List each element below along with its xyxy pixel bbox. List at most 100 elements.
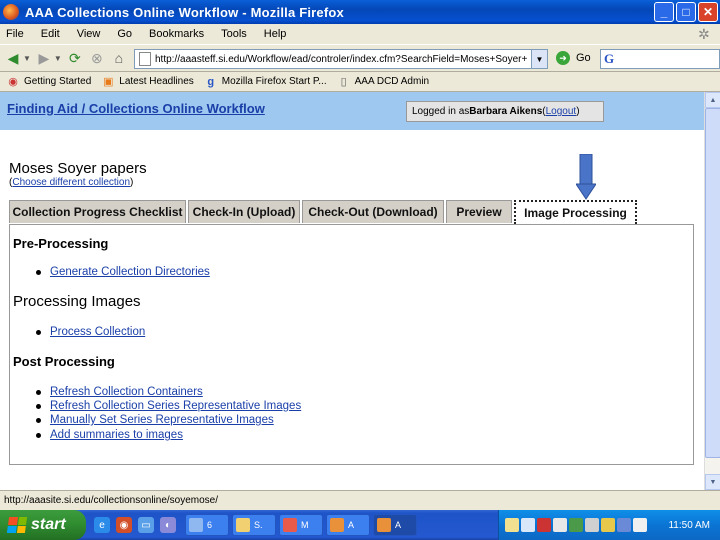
menu-go[interactable]: Go [117,28,132,40]
address-bar[interactable]: http://aaasteff.si.edu/Workflow/ead/cont… [134,49,548,69]
firefox-icon [377,518,391,532]
workflow-tabs: Collection Progress Checklist Check-In (… [9,200,639,224]
scroll-down-icon[interactable]: ▼ [705,474,720,490]
window-title: AAA Collections Online Workflow - Mozill… [25,4,344,20]
menu-bookmarks[interactable]: Bookmarks [149,28,204,40]
stop-icon[interactable]: ⊗ [88,49,106,67]
shield-icon[interactable] [569,518,583,532]
back-dropdown-icon[interactable]: ▼ [23,54,31,63]
throbber-icon: ✲ [698,26,710,42]
menu-help[interactable]: Help [264,28,287,40]
logout-link[interactable]: Logout [546,106,577,117]
task-button[interactable]: 6 [185,514,229,536]
down-arrow-annotation [576,154,596,200]
desktop-icon[interactable]: ▭ [138,517,154,533]
minimize-button[interactable]: _ [654,2,674,22]
login-user: Barbara Aikens [469,106,543,117]
process-collection-link[interactable]: Process Collection [50,326,145,338]
image-processing-panel: Pre-Processing Generate Collection Direc… [9,224,694,465]
start-label: start [31,516,66,533]
bookmark-getting-started[interactable]: ◉ Getting Started [6,75,91,89]
scroll-thumb[interactable] [705,108,720,458]
choose-collection-link[interactable]: Choose different collection [12,177,130,188]
search-box[interactable]: G [600,49,720,69]
windows-icon [189,518,203,532]
reload-icon[interactable]: ⟳ [66,49,84,67]
firefox-icon [330,518,344,532]
navigation-toolbar: ◀ ▼ ▶ ▼ ⟳ ⊗ ⌂ http://aaasteff.si.edu/Wor… [0,44,720,72]
task-button[interactable]: M [279,514,323,536]
scroll-up-icon[interactable]: ▲ [705,92,720,108]
url-dropdown-icon[interactable]: ▼ [531,50,547,68]
maximize-button[interactable]: □ [676,2,696,22]
firefox-icon[interactable]: ◉ [116,517,132,533]
page-icon: ▯ [340,76,347,88]
bookmarks-toolbar: ◉ Getting Started ▣ Latest Headlines g M… [0,72,720,92]
list-item: Generate Collection Directories [36,266,210,278]
volume-icon[interactable] [633,518,647,532]
media-icon[interactable]: ◐ [160,517,176,533]
google-icon: g [207,75,215,88]
forward-icon[interactable]: ▶ [35,49,53,67]
tab-collection-progress-checklist[interactable]: Collection Progress Checklist [9,200,186,223]
bookmark-aaa-dcd-admin[interactable]: ▯ AAA DCD Admin [337,75,430,89]
tab-preview[interactable]: Preview [446,200,512,223]
app-header: Finding Aid / Collections Online Workflo… [0,92,704,130]
bullet [36,269,41,275]
list-item: Refresh Collection Containers [36,386,203,398]
task-button[interactable]: A [326,514,370,536]
url-text[interactable]: http://aaasteff.si.edu/Workflow/ead/cont… [155,54,535,65]
menu-file[interactable]: File [6,28,24,40]
bookmark-latest-headlines[interactable]: ▣ Latest Headlines [101,75,194,89]
menu-view[interactable]: View [77,28,101,40]
list-item: Refresh Collection Series Representative… [36,400,301,412]
system-tray: 11:50 AM [498,510,720,540]
refresh-collection-containers-link[interactable]: Refresh Collection Containers [50,386,203,398]
generate-collection-directories-link[interactable]: Generate Collection Directories [50,266,210,278]
window-controls: _ □ ✕ [654,2,718,22]
app-title-link[interactable]: Finding Aid / Collections Online Workflo… [7,101,265,116]
tab-check-out-download[interactable]: Check-Out (Download) [302,200,444,223]
refresh-series-images-link[interactable]: Refresh Collection Series Representative… [50,400,301,412]
task-button[interactable]: S. [232,514,276,536]
vertical-scrollbar[interactable]: ▲ ▼ [704,92,720,490]
checkbox-icon[interactable] [521,518,535,532]
change-collection: (Choose different collection) [9,177,134,188]
printer-icon[interactable] [617,518,631,532]
add-summaries-link[interactable]: Add summaries to images [50,429,183,441]
network-icon[interactable] [585,518,599,532]
close-button[interactable]: ✕ [698,2,718,22]
go-label: Go [576,52,591,64]
windows-logo-icon [6,517,28,533]
bullet [36,432,41,438]
task-button-active[interactable]: A [373,514,417,536]
go-arrow-icon: ➜ [556,51,570,65]
list-item: Manually Set Series Representative Image… [36,414,274,426]
login-prefix: Logged in as [412,106,470,117]
start-button[interactable]: start [0,510,86,540]
post-processing-heading: Post Processing [13,354,115,369]
bookmark-firefox-start[interactable]: g Mozilla Firefox Start P... [204,75,326,89]
pre-processing-heading: Pre-Processing [13,236,109,251]
bullet [36,403,41,409]
menu-bar: File Edit View Go Bookmarks Tools Help ✲ [0,24,720,44]
status-bar: http://aaasite.si.edu/collectionsonline/… [0,490,720,510]
envelope-icon[interactable] [505,518,519,532]
go-button[interactable]: ➜ Go [556,51,591,65]
tab-image-processing[interactable]: Image Processing [514,200,637,224]
processing-images-heading: Processing Images [13,293,141,310]
flag-icon[interactable] [537,518,551,532]
manually-set-series-images-link[interactable]: Manually Set Series Representative Image… [50,414,274,426]
rss-icon: ▣ [103,76,114,88]
tray-icon[interactable] [553,518,567,532]
window-title-bar[interactable]: AAA Collections Online Workflow - Mozill… [0,0,720,24]
smiley-icon[interactable] [601,518,615,532]
menu-edit[interactable]: Edit [41,28,60,40]
home-icon[interactable]: ⌂ [110,49,128,67]
menu-tools[interactable]: Tools [221,28,247,40]
google-icon[interactable]: G [604,51,614,67]
tab-check-in-upload[interactable]: Check-In (Upload) [188,200,300,223]
back-icon[interactable]: ◀ [4,49,22,67]
forward-dropdown-icon[interactable]: ▼ [54,54,62,63]
ie-icon[interactable]: e [94,517,110,533]
